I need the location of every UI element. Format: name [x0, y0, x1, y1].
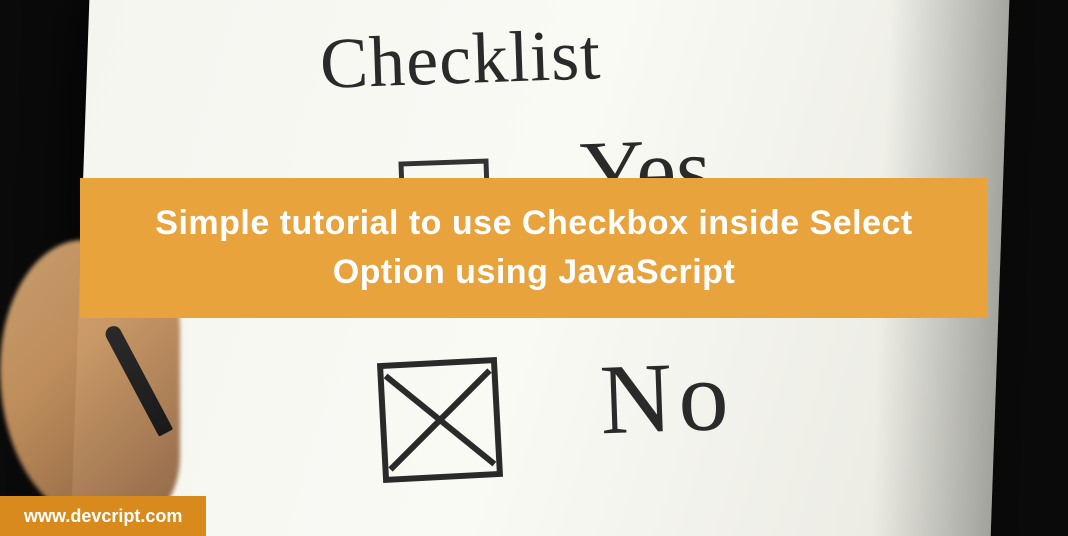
handwritten-no: No [598, 338, 736, 458]
title-banner: Simple tutorial to use Checkbox inside S… [80, 178, 988, 318]
url-banner: www.devcript.com [0, 496, 206, 536]
handwritten-title: Checklist [319, 13, 603, 106]
url-text: www.devcript.com [24, 506, 182, 527]
checkbox-checked-icon [377, 357, 503, 483]
banner-title-text: Simple tutorial to use Checkbox inside S… [120, 199, 948, 298]
